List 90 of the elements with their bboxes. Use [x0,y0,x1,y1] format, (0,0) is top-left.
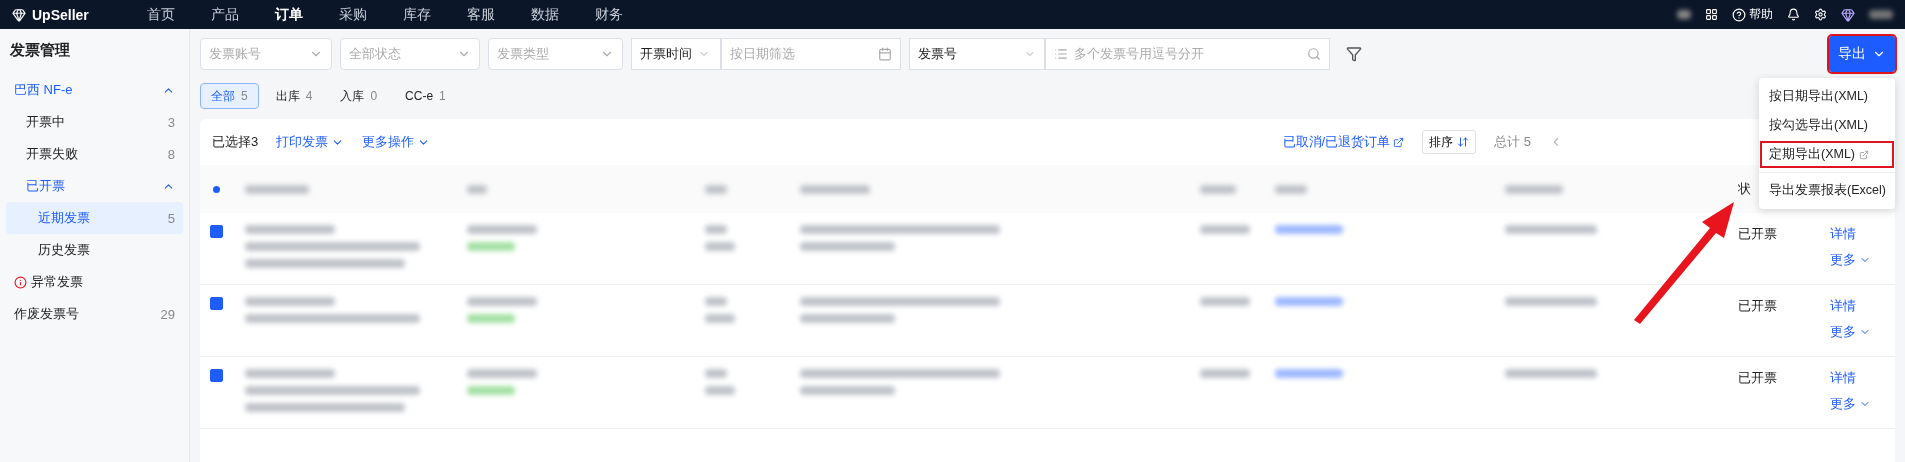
time-select[interactable]: 开票时间 [631,38,721,70]
more-actions-menu[interactable]: 更多操作 [362,133,431,151]
export-button[interactable]: 导出 [1829,36,1895,72]
nav-item[interactable]: 数据 [530,5,559,24]
column-header: 状 [1738,180,1751,198]
blurred-text [467,297,537,306]
blurred-text [1275,225,1343,234]
settings-icon[interactable] [1814,8,1827,21]
detail-link[interactable]: 详情 [1830,369,1887,387]
menu-item[interactable]: 按勾选导出(XML) [1759,111,1895,140]
blurred-text [1200,225,1250,234]
warning-icon [14,275,27,289]
search-icon[interactable] [1307,47,1321,61]
more-link[interactable]: 更多 [1830,251,1887,269]
diamond-icon[interactable] [1841,7,1855,22]
nav-item[interactable]: 财务 [594,5,623,24]
selected-count: 已选择3 [212,133,259,151]
column-header [245,184,309,194]
nav-item[interactable]: 产品 [210,5,239,24]
filter-icon[interactable] [1346,46,1362,62]
column-header [800,184,870,194]
blurred-text [705,314,735,323]
row-checkbox[interactable] [210,297,223,310]
blurred-text [705,242,735,251]
total-count: 总计 5 [1494,133,1531,151]
nav-item[interactable]: 采购 [338,5,367,24]
tab[interactable]: 入库 0 [329,83,389,109]
row-checkbox[interactable] [210,369,223,382]
blurred-tag [467,386,515,395]
user-name[interactable] [1869,10,1893,19]
sidebar-item[interactable]: 作废发票号 29 [6,298,183,330]
nav-item[interactable]: 库存 [402,5,431,24]
sidebar-item[interactable]: 近期发票 5 [6,202,183,234]
menu-item[interactable]: 导出发票报表(Excel) [1759,176,1895,205]
tab[interactable]: CC-e 1 [394,83,457,109]
blurred-tag [467,314,515,323]
menu-item[interactable]: 定期导出(XML) [1759,140,1895,169]
column-header [705,184,727,194]
blurred-text [705,225,727,234]
detail-link[interactable]: 详情 [1830,297,1887,315]
list-icon [1054,47,1068,61]
blurred-text [705,369,727,378]
cancelled-orders-link[interactable]: 已取消/已退货订单 [1282,133,1405,151]
blurred-text [705,297,727,306]
blurred-tag [467,242,515,251]
avatar[interactable] [1677,10,1691,19]
tab[interactable]: 出库 4 [264,83,324,109]
menu-item[interactable]: 按日期导出(XML) [1759,82,1895,111]
nav-item[interactable]: 首页 [146,5,175,24]
blurred-text [1275,369,1343,378]
logo[interactable]: UpSeller [32,6,89,23]
grid-icon[interactable] [1705,8,1718,21]
status-text: 已开票 [1738,369,1778,387]
sidebar-item[interactable]: 巴西 NF-e [6,74,183,106]
nav-item[interactable]: 客服 [466,5,495,24]
status-text: 已开票 [1738,225,1778,243]
more-link[interactable]: 更多 [1830,323,1887,341]
detail-link[interactable]: 详情 [1830,225,1887,243]
row-checkbox[interactable] [210,225,223,238]
number-type-select[interactable]: 发票号 [909,38,1045,70]
sidebar-title: 发票管理 [9,40,71,60]
more-link[interactable]: 更多 [1830,395,1887,413]
calendar-icon [878,47,892,61]
sidebar-item[interactable]: 异常发票 [6,266,183,298]
tab[interactable]: 全部 5 [200,83,259,109]
blurred-text [467,369,537,378]
blurred-text [1200,297,1250,306]
sidebar-item[interactable]: 开票失败 8 [6,138,183,170]
column-header [1200,184,1236,194]
column-header [1275,184,1307,194]
sidebar-item[interactable]: 开票中 3 [6,106,183,138]
sidebar-item[interactable]: 历史发票 [6,234,183,266]
blurred-text [467,225,537,234]
help-icon[interactable] [1732,7,1746,22]
blurred-text [705,386,735,395]
bell-icon[interactable] [1787,8,1800,21]
status-text: 已开票 [1738,297,1778,315]
sort-button[interactable]: 排序 [1422,130,1477,154]
blurred-text [1200,369,1250,378]
sidebar-item[interactable]: 已开票 [6,170,183,202]
print-menu[interactable]: 打印发票 [276,133,345,151]
select-all-indicator[interactable] [213,185,220,193]
column-header [467,184,487,194]
logo-icon [12,7,26,22]
column-header [1505,184,1563,194]
help-link[interactable]: 帮助 [1749,6,1773,23]
blurred-text [1275,297,1343,306]
external-link-icon [1393,136,1405,148]
nav-item[interactable]: 订单 [274,5,303,24]
sort-icon [1457,136,1470,148]
